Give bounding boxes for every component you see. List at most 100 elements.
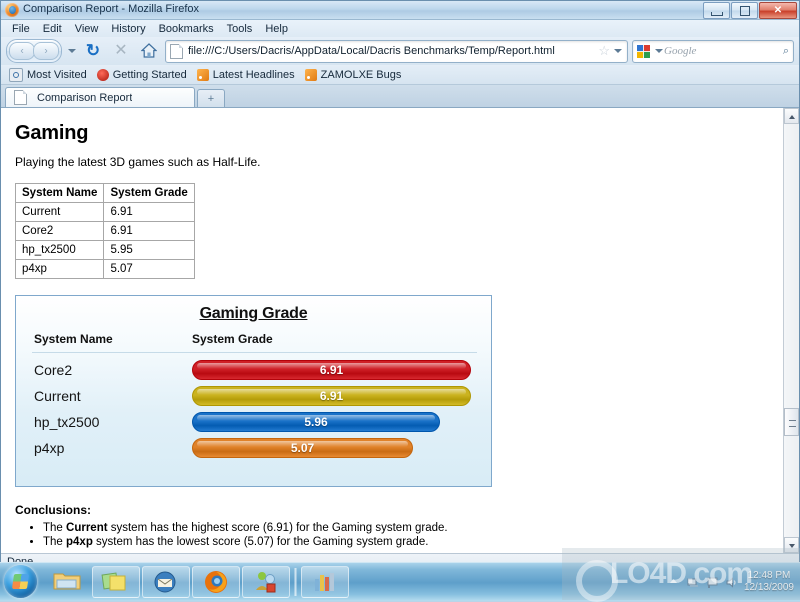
search-bar[interactable]: Google ⌕	[632, 39, 794, 63]
report-content: Gaming Playing the latest 3D games such …	[1, 108, 799, 548]
google-icon	[637, 44, 650, 58]
conclusion-system: Current	[66, 522, 108, 534]
chart-header-system-name: System Name	[34, 332, 113, 346]
chart-bar-value: 5.96	[304, 415, 328, 429]
cell-system-grade: 6.91	[103, 221, 195, 241]
search-input[interactable]: Google	[664, 45, 783, 57]
url-text: file:///C:/Users/Dacris/AppData/Local/Da…	[188, 45, 555, 57]
address-dropdown-icon[interactable]	[612, 41, 623, 61]
table-row: hp_tx2500 5.95	[14, 240, 195, 260]
reload-button[interactable]: ↻	[81, 40, 105, 62]
chart-bar-value: 6.91	[319, 389, 344, 403]
forward-icon: ›	[44, 45, 48, 57]
rss-icon	[304, 68, 317, 81]
minimize-icon	[711, 12, 723, 16]
vertical-scrollbar[interactable]	[783, 108, 799, 553]
back-forward-group: ‹ ›	[6, 39, 62, 63]
recent-pages-dropdown[interactable]	[66, 41, 77, 61]
windows-explorer-icon[interactable]	[44, 567, 90, 597]
table-header-row: System Name System Grade	[14, 183, 195, 203]
rss-icon	[196, 68, 209, 81]
menu-item-edit[interactable]: Edit	[37, 22, 68, 36]
minimize-button[interactable]	[703, 2, 730, 19]
grades-table: System Name System Grade Current 6.91 Co…	[14, 183, 195, 279]
clock-date: 12/13/2009	[743, 582, 794, 593]
most-visited-icon	[9, 67, 23, 82]
close-button[interactable]: ✕	[759, 2, 797, 19]
firefox-icon[interactable]	[192, 566, 240, 598]
scroll-down-button[interactable]	[784, 537, 799, 553]
bookmark-label: Latest Headlines	[212, 68, 295, 81]
browser-window: Comparison Report - Mozilla Firefox ✕ Fi…	[0, 0, 800, 570]
bookmark-zamolxe-bugs[interactable]: ZAMOLXE Bugs	[303, 68, 407, 81]
bookmark-getting-started[interactable]: Getting Started	[95, 68, 192, 81]
home-button[interactable]	[137, 40, 161, 62]
menu-item-help[interactable]: Help	[259, 22, 294, 36]
chart-header-system-grade: System Grade	[192, 332, 273, 346]
chart-bar-rows: Core2 6.91 Current 6.91 hp_tx2500 5.96 p4xp 5.0…	[16, 353, 491, 461]
clock[interactable]: 12:48 PM 12/13/2009	[744, 570, 794, 594]
flag-icon[interactable]	[706, 576, 719, 589]
menu-item-history[interactable]: History	[105, 22, 151, 36]
address-bar[interactable]: file:///C:/Users/Dacris/AppData/Local/Da…	[165, 39, 628, 63]
search-engine-dropdown-icon[interactable]	[653, 41, 664, 61]
list-item: The Current system has the highest score…	[43, 522, 785, 534]
cell-system-name: p4xp	[14, 259, 105, 279]
start-button[interactable]	[4, 565, 37, 598]
chart-row: Current 6.91	[34, 383, 491, 409]
windows-mail-icon[interactable]	[142, 566, 190, 598]
chart-row: Core2 6.91	[34, 357, 491, 383]
close-icon: ✕	[773, 4, 783, 16]
table-row: p4xp 5.07	[14, 259, 195, 279]
taskbar-separator	[294, 568, 297, 596]
search-icon[interactable]: ⌕	[783, 45, 789, 58]
benchmark-app-icon[interactable]	[301, 566, 349, 598]
chevron-up-icon	[789, 115, 795, 119]
scroll-up-button[interactable]	[784, 108, 799, 124]
conclusion-prefix: The	[43, 536, 67, 548]
chart-row-label: Current	[34, 388, 81, 404]
scrollbar-thumb[interactable]	[784, 408, 799, 436]
taskbar-items	[44, 566, 349, 598]
home-icon	[141, 43, 157, 58]
tab-comparison-report[interactable]: Comparison Report	[5, 87, 195, 107]
restore-icon	[740, 6, 750, 16]
messenger-icon[interactable]	[242, 566, 290, 598]
firefox-icon	[5, 3, 19, 17]
volume-icon[interactable]	[725, 576, 738, 589]
plus-icon: +	[207, 92, 215, 105]
sticky-notes-icon[interactable]	[92, 566, 140, 598]
chart-row-label: p4xp	[34, 440, 65, 456]
table-row: Core2 6.91	[14, 221, 195, 241]
bookmark-star-icon[interactable]: ☆	[598, 43, 610, 59]
bookmark-most-visited[interactable]: Most Visited	[7, 67, 92, 82]
forward-button[interactable]: ›	[33, 42, 59, 60]
show-hidden-icons-arrow[interactable]	[668, 576, 681, 589]
menu-item-tools[interactable]: Tools	[221, 22, 259, 36]
conclusion-suffix: system has the lowest score (5.07) for t…	[92, 536, 429, 548]
menu-item-file[interactable]: File	[6, 22, 36, 36]
column-header-system-grade: System Grade	[103, 183, 195, 203]
bookmark-label: ZAMOLXE Bugs	[320, 68, 402, 81]
column-header-system-name: System Name	[14, 183, 105, 203]
page-description: Playing the latest 3D games such as Half…	[15, 155, 261, 169]
chart-row-label: Core2	[34, 362, 73, 378]
chart-bar: 6.91	[192, 386, 471, 406]
network-icon[interactable]	[687, 576, 700, 589]
table-row: Current 6.91	[14, 202, 195, 222]
chart-row: hp_tx2500 5.96	[34, 409, 491, 435]
back-button[interactable]: ‹	[9, 42, 35, 60]
stop-button[interactable]: ✕	[109, 40, 133, 62]
new-tab-button[interactable]: +	[197, 89, 225, 107]
title-bar: Comparison Report - Mozilla Firefox ✕	[1, 1, 799, 20]
restore-button[interactable]	[731, 2, 758, 19]
conclusion-suffix: system has the highest score (6.91) for …	[107, 522, 448, 534]
cell-system-grade: 5.95	[103, 240, 195, 260]
page-viewport: Gaming Playing the latest 3D games such …	[1, 108, 799, 553]
menu-item-view[interactable]: View	[69, 22, 105, 36]
menu-bar: File Edit View History Bookmarks Tools H…	[1, 20, 799, 37]
menu-item-bookmarks[interactable]: Bookmarks	[153, 22, 220, 36]
conclusions-list: The Current system has the highest score…	[15, 522, 785, 548]
taskbar: 12:48 PM 12/13/2009	[0, 562, 800, 601]
bookmark-latest-headlines[interactable]: Latest Headlines	[195, 68, 300, 81]
